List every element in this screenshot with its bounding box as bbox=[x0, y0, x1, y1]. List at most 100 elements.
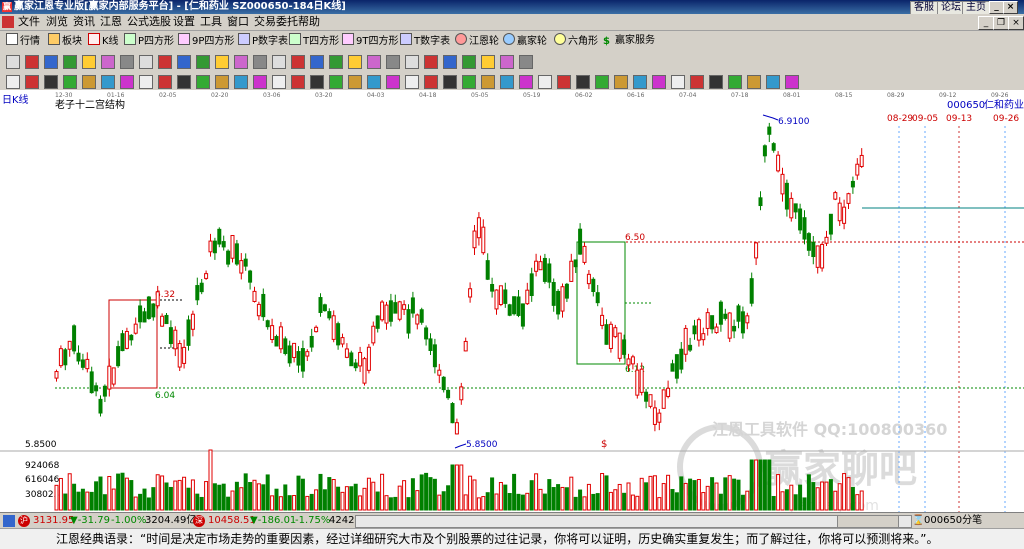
tool-icon[interactable] bbox=[405, 75, 419, 89]
menu-gann[interactable]: 江恩 bbox=[100, 15, 122, 29]
tool-icon[interactable] bbox=[348, 55, 362, 69]
tool-icon[interactable] bbox=[234, 55, 248, 69]
tool-icon[interactable] bbox=[614, 75, 628, 89]
forum-link[interactable]: 论坛 bbox=[937, 1, 965, 15]
tool-icon[interactable] bbox=[310, 75, 324, 89]
tool-icon[interactable] bbox=[291, 75, 305, 89]
tool-icon[interactable] bbox=[424, 75, 438, 89]
tool-icon[interactable] bbox=[25, 55, 39, 69]
toolbar-winner-wheel-button[interactable]: 赢家轮 bbox=[503, 33, 547, 49]
tool-icon[interactable] bbox=[424, 55, 438, 69]
toolbar-gann-wheel-button[interactable]: 江恩轮 bbox=[455, 33, 499, 49]
tool-icon[interactable] bbox=[747, 75, 761, 89]
tool-icon[interactable] bbox=[196, 55, 210, 69]
tool-icon[interactable] bbox=[671, 75, 685, 89]
tool-icon[interactable] bbox=[139, 55, 153, 69]
tool-icon[interactable] bbox=[462, 75, 476, 89]
toolbar-sector-button[interactable]: 板块 bbox=[48, 33, 82, 49]
tool-icon[interactable] bbox=[158, 75, 172, 89]
menu-window[interactable]: 窗口 bbox=[227, 15, 249, 29]
tool-icon[interactable] bbox=[481, 55, 495, 69]
mdi-close-button[interactable]: × bbox=[1008, 16, 1024, 30]
menu-trade[interactable]: 交易委托 bbox=[254, 15, 298, 29]
tool-icon[interactable] bbox=[310, 55, 324, 69]
tool-icon[interactable] bbox=[500, 75, 514, 89]
tool-icon[interactable] bbox=[481, 75, 495, 89]
tool-icon[interactable] bbox=[538, 75, 552, 89]
tool-icon[interactable] bbox=[443, 55, 457, 69]
tool-icon[interactable] bbox=[576, 75, 590, 89]
menu-tools[interactable]: 工具 bbox=[200, 15, 222, 29]
menu-file[interactable]: 文件 bbox=[18, 15, 40, 29]
tool-icon[interactable] bbox=[215, 75, 229, 89]
tool-icon[interactable] bbox=[500, 55, 514, 69]
tool-icon[interactable] bbox=[234, 75, 248, 89]
close-button[interactable]: × bbox=[1003, 1, 1018, 14]
tool-icon[interactable] bbox=[443, 75, 457, 89]
tool-icon[interactable] bbox=[386, 75, 400, 89]
toolbar-t-square-button[interactable]: T四方形 bbox=[289, 33, 339, 49]
menu-news[interactable]: 资讯 bbox=[73, 15, 95, 29]
tool-icon[interactable] bbox=[557, 75, 571, 89]
kline-chart[interactable]: 江恩工具软件 QQ:100800360 赢家聊吧 jiaoba.yicom 12… bbox=[0, 90, 1024, 549]
toolbar-t-table-button[interactable]: T数字表 bbox=[400, 33, 450, 49]
tool-icon[interactable] bbox=[139, 75, 153, 89]
scrollbar-thumb[interactable] bbox=[837, 516, 899, 527]
tool-icon[interactable] bbox=[329, 55, 343, 69]
tool-icon[interactable] bbox=[519, 55, 533, 69]
tool-icon[interactable] bbox=[253, 75, 267, 89]
tool-icon[interactable] bbox=[158, 55, 172, 69]
toolbar-9p-square-button[interactable]: 9P四方形 bbox=[178, 33, 234, 49]
tool-icon[interactable] bbox=[177, 75, 191, 89]
tool-icon[interactable] bbox=[595, 75, 609, 89]
tool-icon[interactable] bbox=[63, 75, 77, 89]
tool-icon[interactable] bbox=[291, 55, 305, 69]
mdi-minimize-button[interactable]: _ bbox=[978, 16, 994, 30]
tool-icon[interactable] bbox=[785, 75, 799, 89]
tool-icon[interactable] bbox=[633, 75, 647, 89]
tool-icon[interactable] bbox=[120, 55, 134, 69]
tool-icon[interactable] bbox=[462, 55, 476, 69]
tool-icon[interactable] bbox=[44, 75, 58, 89]
tool-icon[interactable] bbox=[405, 55, 419, 69]
menu-browse[interactable]: 浏览 bbox=[46, 15, 68, 29]
tool-icon[interactable] bbox=[253, 55, 267, 69]
tool-icon[interactable] bbox=[652, 75, 666, 89]
tool-icon[interactable] bbox=[728, 75, 742, 89]
menu-help[interactable]: 帮助 bbox=[298, 15, 320, 29]
tool-icon[interactable] bbox=[329, 75, 343, 89]
tool-icon[interactable] bbox=[367, 55, 381, 69]
tool-icon[interactable] bbox=[709, 75, 723, 89]
toolbar-p-square-button[interactable]: P四方形 bbox=[124, 33, 174, 49]
tool-icon[interactable] bbox=[63, 55, 77, 69]
tool-icon[interactable] bbox=[196, 75, 210, 89]
tool-icon[interactable] bbox=[215, 55, 229, 69]
grid-view-icon[interactable] bbox=[3, 515, 15, 527]
toolbar-service-button[interactable]: $ 赢家服务 bbox=[603, 33, 655, 49]
tool-icon[interactable] bbox=[348, 75, 362, 89]
tool-icon[interactable] bbox=[690, 75, 704, 89]
toolbar-quote-button[interactable]: 行情 bbox=[6, 33, 40, 49]
tool-icon[interactable] bbox=[272, 55, 286, 69]
tool-icon[interactable] bbox=[519, 75, 533, 89]
tool-icon[interactable] bbox=[367, 75, 381, 89]
tool-icon[interactable] bbox=[120, 75, 134, 89]
mdi-restore-button[interactable]: ❐ bbox=[993, 16, 1009, 30]
toolbar-9t-square-button[interactable]: 9T四方形 bbox=[342, 33, 398, 49]
tool-icon[interactable] bbox=[25, 75, 39, 89]
tool-icon[interactable] bbox=[177, 55, 191, 69]
toolbar-p-table-button[interactable]: P数字表 bbox=[238, 33, 288, 49]
homepage-link[interactable]: 主页 bbox=[962, 1, 990, 15]
horizontal-scrollbar[interactable] bbox=[355, 515, 912, 528]
tool-icon[interactable] bbox=[6, 55, 20, 69]
customer-service-link[interactable]: 客服 bbox=[910, 1, 938, 15]
tool-icon[interactable] bbox=[82, 75, 96, 89]
tool-icon[interactable] bbox=[272, 75, 286, 89]
minimize-button[interactable]: _ bbox=[989, 1, 1004, 14]
tool-icon[interactable] bbox=[386, 55, 400, 69]
tool-icon[interactable] bbox=[6, 75, 20, 89]
tool-icon[interactable] bbox=[82, 55, 96, 69]
kline-chart-panel[interactable]: 江恩工具软件 QQ:100800360 赢家聊吧 jiaoba.yicom 12… bbox=[0, 90, 1024, 549]
tool-icon[interactable] bbox=[101, 75, 115, 89]
toolbar-kline-button[interactable]: K线 bbox=[88, 33, 119, 49]
